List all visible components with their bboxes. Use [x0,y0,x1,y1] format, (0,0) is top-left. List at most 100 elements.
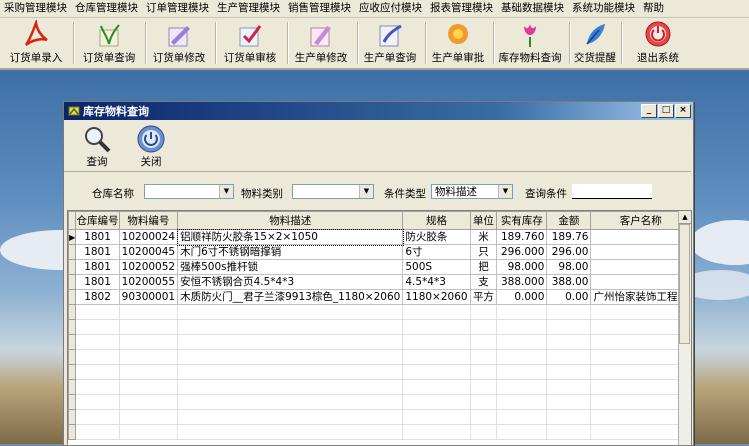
table-cell [546,319,592,335]
toolbar-button-10[interactable]: 退出系统 [622,20,694,66]
toolbar-button-8[interactable]: 库存物料查询 [492,20,568,66]
table-cell[interactable]: 10200024 [118,229,179,245]
minimize-button[interactable]: _ [641,104,657,118]
table-cell[interactable]: 189.76 [546,229,592,245]
table-cell[interactable]: 189.760 [496,229,548,245]
menu-item[interactable]: 应收应付模块 [355,0,426,17]
table-cell[interactable]: 10200055 [118,274,179,290]
table-row[interactable]: 1801 10200045 木门6寸不锈钢暗撑销 6寸只 296.000 296.00 [68,244,691,260]
menu-item[interactable]: 基础数据模块 [497,0,568,17]
table-row[interactable]: ▶ 1801 10200024 铝顺祥防火胶条15×2×1050 防火胶条米 189.76… [68,228,691,246]
column-header[interactable]: 单位 [469,211,498,230]
toolbar-button-7[interactable]: 生产单审批 [424,20,492,66]
maximize-button[interactable]: □ [658,104,674,118]
table-cell[interactable] [590,274,691,290]
menu-item[interactable]: 生产管理模块 [213,0,284,17]
row-indicator[interactable] [68,259,77,275]
dropdown-arrow-icon[interactable]: ▼ [359,185,373,198]
column-header[interactable]: 规格 [402,211,471,230]
table-cell[interactable] [590,244,691,260]
table-cell[interactable]: 0.000 [496,289,548,305]
table-row[interactable]: 1802 90300001 木质防火门__君子兰漆9913棕色_1180×2060 1… [68,289,691,305]
window-title-bar[interactable]: 库存物料查询 _ □ × [64,102,693,120]
column-header[interactable]: 实有库存 [496,211,548,230]
table-cell[interactable]: 木门6寸不锈钢暗撑销 [177,244,404,260]
table-cell[interactable]: 388.00 [546,274,592,290]
table-cell[interactable]: 90300001 [118,289,179,305]
toolbar-button-label: 库存物料查询 [498,52,562,64]
table-cell[interactable]: 4.5*4*3 [402,274,471,290]
table-cell[interactable]: 10200052 [118,259,179,275]
toolbar-button-1[interactable]: 订货单录入 [0,20,72,66]
close-window-button[interactable]: × [675,104,691,118]
toolbar-button-9[interactable]: 交货提醒 [570,20,620,66]
dropdown-arrow-icon[interactable]: ▼ [219,185,233,198]
table-cell[interactable]: 1180×2060 [402,289,471,305]
table-cell[interactable]: 米 [469,229,498,245]
table-cell[interactable]: 500S [402,259,471,275]
query-button[interactable]: 查询 [82,124,112,169]
table-cell[interactable]: 296.000 [496,244,548,260]
table-cell[interactable]: 98.000 [496,259,548,275]
table-cell[interactable]: 木质防火门__君子兰漆9913棕色_1180×2060 [177,289,404,305]
empty-row [68,424,691,440]
category-select[interactable]: ▼ [292,184,374,199]
menu-item[interactable]: 报表管理模块 [426,0,497,17]
table-cell[interactable] [590,229,691,245]
table-cell[interactable]: 6寸 [402,244,471,260]
column-header[interactable]: 金额 [546,211,592,230]
table-cell[interactable]: 1802 [75,289,120,305]
empty-row [68,349,691,365]
table-row[interactable]: 1801 10200055 安恒不锈钢合页4.5*4*3 4.5*4*3 支 388.00… [68,274,691,290]
table-cell[interactable]: 支 [469,274,498,290]
menu-item[interactable]: 仓库管理模块 [71,0,142,17]
row-indicator[interactable] [68,244,77,260]
table-cell[interactable]: 广州怡家装饰工程有 [590,289,691,305]
table-row[interactable]: 1801 10200052 强棒500s推杆锁 500S 把 98.000 98.00 [68,259,691,275]
column-header[interactable]: 物料描述 [177,211,404,230]
menu-item[interactable]: 采购管理模块 [0,0,71,17]
menu-item[interactable]: 帮助 [639,0,668,17]
column-header[interactable]: 物料编号 [118,211,179,230]
table-cell[interactable]: 388.000 [496,274,548,290]
row-indicator[interactable] [68,289,77,305]
warehouse-select[interactable]: ▼ [144,184,234,199]
table-cell[interactable]: 安恒不锈钢合页4.5*4*3 [177,274,404,290]
table-cell[interactable]: 铝顺祥防火胶条15×2×1050 [176,228,404,246]
table-cell[interactable]: 1801 [75,229,120,245]
current-row-arrow-icon[interactable]: ▶ [68,229,77,245]
table-cell[interactable]: 296.00 [546,244,592,260]
condition-type-select[interactable]: 物料描述 ▼ [431,184,513,199]
column-header[interactable]: 仓库编号 [75,211,120,230]
toolbar-button-2[interactable]: 订货单查询 [74,20,144,66]
toolbar-button-3[interactable]: 订货单修改 [144,20,214,66]
table-cell[interactable]: 把 [469,259,498,275]
table-cell[interactable]: 强棒500s推杆锁 [177,259,404,275]
close-button[interactable]: 关闭 [136,124,166,169]
table-cell[interactable]: 1801 [75,259,120,275]
menu-item[interactable]: 系统功能模块 [568,0,639,17]
table-cell[interactable]: 10200045 [118,244,179,260]
vertical-scrollbar[interactable]: ▲ [678,211,691,445]
toolbar-button-4[interactable]: 订货单审核 [214,20,286,66]
table-cell[interactable]: 防火胶条 [402,229,471,245]
table-cell[interactable]: 98.00 [546,259,592,275]
scroll-up-icon[interactable]: ▲ [679,211,691,224]
table-cell[interactable]: 只 [469,244,498,260]
table-cell[interactable]: 1801 [75,244,120,260]
table-cell[interactable]: 1801 [75,274,120,290]
table-cell[interactable] [590,259,691,275]
toolbar-button-6[interactable]: 生产单查询 [356,20,424,66]
table-cell[interactable]: 平方 [469,289,498,305]
dropdown-arrow-icon[interactable]: ▼ [498,185,512,198]
row-indicator[interactable] [68,274,77,290]
table-cell [590,319,691,335]
close-label: 关闭 [140,156,162,168]
condition-input[interactable] [572,184,652,199]
toolbar-button-5[interactable]: 生产单修改 [286,20,356,66]
menu-item[interactable]: 销售管理模块 [284,0,355,17]
menu-item[interactable]: 订单管理模块 [142,0,213,17]
scroll-thumb[interactable] [679,224,690,344]
table-cell[interactable]: 0.00 [546,289,592,305]
column-header[interactable]: 客户名称 [590,211,691,230]
